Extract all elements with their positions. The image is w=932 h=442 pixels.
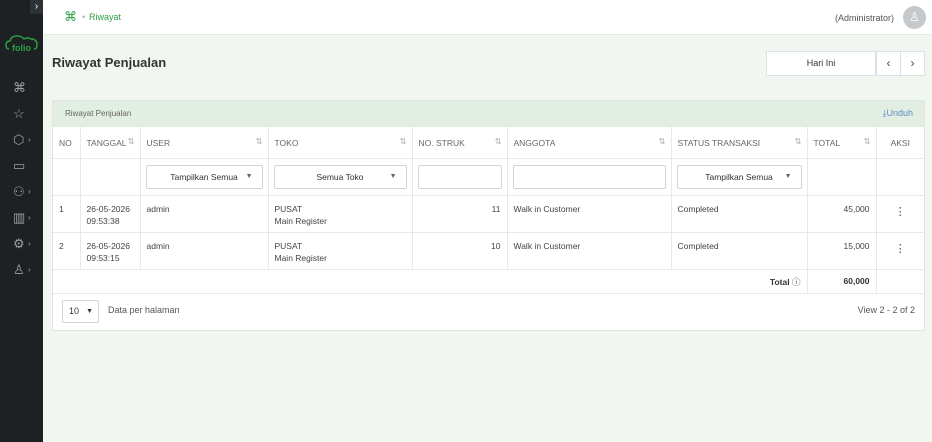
info-icon[interactable]: ⓘ <box>792 277 801 287</box>
receipt-filter-input[interactable] <box>417 164 502 189</box>
view-info: View 2 - 2 of 2 <box>857 305 915 315</box>
date-filter-button[interactable]: Hari Ini <box>766 51 876 76</box>
chevron-right-icon: › <box>28 265 31 274</box>
chevron-right-icon: › <box>28 213 31 222</box>
sales-table: NO TANGGAL ⇅ USER ⇅ TOKO ⇅ NO. STRUK ⇅ ANGGO… <box>53 127 924 294</box>
avatar[interactable]: ♙ <box>903 6 926 29</box>
chevron-right-icon: › <box>28 135 31 144</box>
sidebar-item[interactable]: ▥ › <box>0 208 43 228</box>
status-filter-select[interactable]: Tampilkan Semua ▼ <box>676 164 802 189</box>
page-title: Riwayat Penjualan <box>52 55 167 70</box>
column-header-anggota[interactable]: ANGGOTA ⇅ <box>507 127 672 159</box>
prev-button[interactable]: ‹ <box>876 51 901 76</box>
sidebar: › folio ⌘ ☆ ⬡ › ▭ ⚇ › ▥ › ⚙ › ♙ › <box>0 0 43 442</box>
chevron-down-icon: ▼ <box>245 172 253 180</box>
top-bar: ⌘ • Riwayat (Administrator) ♙ <box>43 0 932 35</box>
pagination: 10 ▼ Data per halaman View 2 - 2 of 2 <box>53 293 924 330</box>
column-header-no: NO <box>53 127 81 159</box>
sales-history-card: Riwayat Penjualan ⤓Unduh NO TANGGAL ⇅ USE… <box>52 100 925 331</box>
chevron-down-icon: ▼ <box>389 172 397 180</box>
download-button[interactable]: ⤓Unduh <box>882 107 913 120</box>
chevron-right-icon: › <box>910 56 915 70</box>
chevron-right-icon[interactable]: › <box>30 0 43 14</box>
book-icon: ▭ <box>13 158 26 173</box>
table-row[interactable]: 1 26-05-2026 09:53:38 admin PUSAT Main Reg… <box>53 195 924 233</box>
sort-icon[interactable]: ⇅ <box>864 137 871 146</box>
card-header: Riwayat Penjualan ⤓Unduh <box>53 101 924 127</box>
store-filter-select[interactable]: Semua Toko ▼ <box>273 164 407 189</box>
sidebar-item[interactable]: ⚙ › <box>0 234 43 254</box>
folio-logo: folio <box>5 35 38 53</box>
command-icon: ⌘ <box>13 80 26 95</box>
sort-icon[interactable]: ⇅ <box>400 137 407 146</box>
column-header-toko[interactable]: TOKO ⇅ <box>268 127 413 159</box>
sidebar-item[interactable]: ☆ <box>0 104 43 124</box>
user-role: (Administrator) <box>834 13 894 23</box>
sort-icon[interactable]: ⇅ <box>795 137 802 146</box>
table-row[interactable]: 2 26-05-2026 09:53:15 admin PUSAT Main Reg… <box>53 232 924 270</box>
more-options-icon[interactable]: ⋮ <box>876 195 924 233</box>
column-header-no-struk[interactable]: NO. STRUK ⇅ <box>412 127 508 159</box>
chevron-left-icon: ‹ <box>886 56 891 70</box>
sidebar-item[interactable]: ⌘ <box>0 78 43 98</box>
sidebar-item[interactable]: ⚇ › <box>0 182 43 202</box>
next-button[interactable]: › <box>900 51 925 76</box>
column-header-total[interactable]: TOTAL ⇅ <box>807 127 877 159</box>
sidebar-item[interactable]: ▭ <box>0 156 43 176</box>
filter-row: Tampilkan Semua ▼ Semua Toko ▼ Tampilkan S… <box>53 158 924 196</box>
breadcrumb-separator: • <box>82 12 86 22</box>
column-header-user[interactable]: USER ⇅ <box>140 127 269 159</box>
column-header-status[interactable]: STATUS TRANSAKSI ⇅ <box>671 127 808 159</box>
chevron-down-icon: ▼ <box>784 172 792 180</box>
more-options-icon[interactable]: ⋮ <box>876 232 924 270</box>
users-icon: ⚇ <box>13 184 25 199</box>
chevron-right-icon: › <box>28 187 31 196</box>
column-header-aksi: AKSI <box>876 127 924 159</box>
chart-icon: ▥ <box>13 210 26 225</box>
user-icon: ♙ <box>13 262 25 277</box>
command-icon[interactable]: ⌘ <box>64 9 77 25</box>
user-icon: ♙ <box>909 10 920 24</box>
chevron-right-icon: › <box>28 239 31 248</box>
chevron-down-icon: ▼ <box>86 308 93 315</box>
card-title: Riwayat Penjualan <box>65 109 132 118</box>
gear-icon: ⚙ <box>13 236 25 251</box>
user-filter-select[interactable]: Tampilkan Semua ▼ <box>145 164 263 189</box>
sort-icon[interactable]: ⇅ <box>659 137 666 146</box>
member-filter-input[interactable] <box>512 164 666 189</box>
sort-icon[interactable]: ⇅ <box>256 137 263 146</box>
cube-icon: ⬡ <box>13 132 25 147</box>
svg-text:folio: folio <box>12 43 31 53</box>
sidebar-item[interactable]: ⬡ › <box>0 130 43 150</box>
star-icon: ☆ <box>13 106 25 121</box>
per-page-label: Data per halaman <box>108 305 180 315</box>
sort-icon[interactable]: ⇅ <box>495 137 502 146</box>
sidebar-item[interactable]: ♙ › <box>0 260 43 280</box>
breadcrumb[interactable]: Riwayat <box>89 10 121 24</box>
column-header-tanggal[interactable]: TANGGAL ⇅ <box>80 127 141 159</box>
per-page-select[interactable]: 10 ▼ <box>62 300 99 323</box>
sort-icon[interactable]: ⇅ <box>128 137 135 146</box>
total-row: Total ⓘ 60,000 <box>53 269 924 294</box>
